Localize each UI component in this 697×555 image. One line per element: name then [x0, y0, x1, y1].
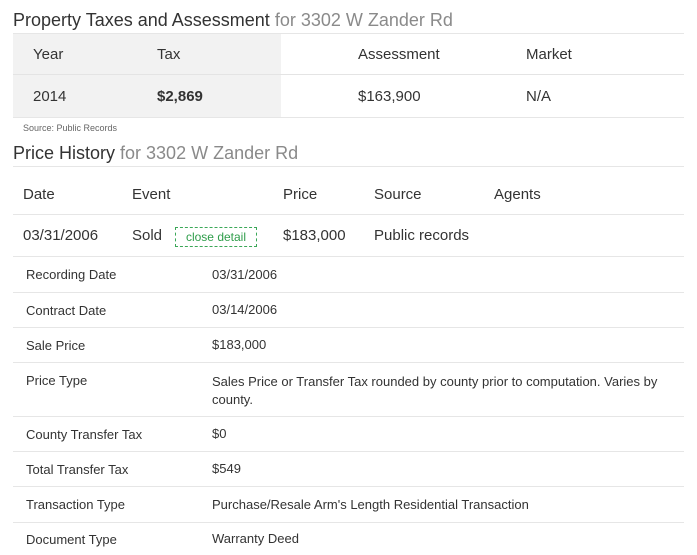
tax-amount-value: $2,869: [157, 87, 203, 105]
tax-title-address: for 3302 W Zander Rd: [274, 10, 453, 30]
ph-event-value: Sold: [132, 227, 163, 244]
ph-col-date: Date: [23, 185, 55, 203]
tax-table-header: Year Tax Assessment Market: [13, 34, 684, 75]
detail-label: Sale Price: [26, 337, 86, 353]
detail-value: 03/14/2006: [212, 302, 278, 317]
ph-col-agents: Agents: [494, 185, 541, 203]
tax-bottom-divider: [13, 117, 684, 118]
tax-col-year: Year: [33, 46, 64, 63]
ph-source-value: Public records: [374, 227, 470, 244]
detail-value: 03/31/2006: [212, 266, 278, 282]
ph-col-source: Source: [374, 185, 422, 203]
price-title-main: Price History: [13, 143, 116, 163]
detail-row-total-transfer-tax: Total Transfer Tax $549: [13, 452, 684, 486]
detail-value: $0: [212, 426, 227, 441]
tax-section-title: Property Taxes and Assessment for 3302 W…: [13, 10, 453, 31]
detail-row-sale-price: Sale Price $183,000: [13, 328, 684, 362]
detail-value: $549: [212, 461, 241, 476]
detail-value: $183,000: [212, 337, 267, 352]
close-detail-button[interactable]: close detail: [175, 227, 257, 247]
detail-label: Document Type: [26, 531, 117, 547]
detail-row-recording-date: Recording Date 03/31/2006: [13, 257, 684, 292]
detail-value: Sales Price or Transfer Tax rounded by c…: [212, 374, 658, 407]
tax-table: Year Tax Assessment Market 2014 $2,869 $…: [13, 34, 684, 117]
tax-source-note: Source: Public Records: [23, 123, 118, 133]
price-top-divider: [13, 166, 684, 167]
ph-col-event: Event: [132, 185, 171, 203]
tax-col-assessment: Assessment: [358, 46, 440, 63]
price-title-address: for 3302 W Zander Rd: [120, 143, 299, 163]
tax-col-market: Market: [526, 46, 572, 63]
detail-value: Purchase/Resale Arm's Length Residential…: [212, 496, 529, 512]
table-row: 2014 $2,869 $163,900 N/A: [13, 75, 684, 117]
detail-row-contract-date: Contract Date 03/14/2006: [13, 293, 684, 327]
detail-row-county-transfer-tax: County Transfer Tax $0: [13, 417, 684, 451]
ph-col-price: Price: [283, 185, 318, 203]
detail-label: Contract Date: [26, 302, 107, 318]
price-history-title: Price History for 3302 W Zander Rd: [13, 143, 298, 164]
tax-year-value: 2014: [33, 87, 67, 105]
ph-date-value: 03/31/2006: [23, 227, 99, 244]
detail-row-price-type: Price Type Sales Price or Transfer Tax r…: [13, 363, 684, 416]
detail-value: Warranty Deed: [212, 531, 299, 546]
ph-price-value: $183,000: [283, 227, 346, 244]
detail-label: Total Transfer Tax: [26, 461, 129, 477]
detail-row-transaction-type: Transaction Type Purchase/Resale Arm's L…: [13, 487, 684, 522]
table-row[interactable]: 03/31/2006 Sold close detail $183,000 Pu…: [13, 215, 684, 256]
detail-label: Recording Date: [26, 267, 117, 282]
detail-label: County Transfer Tax: [26, 426, 143, 442]
tax-title-main: Property Taxes and Assessment: [13, 10, 270, 30]
tax-market-value: N/A: [526, 87, 552, 105]
detail-row-document-type: Document Type Warranty Deed: [13, 523, 684, 555]
tax-assessment-value: $163,900: [358, 87, 421, 105]
price-history-header: Date Event Price Source Agents: [13, 174, 684, 214]
tax-col-tax: Tax: [157, 46, 181, 63]
detail-label: Price Type: [26, 373, 88, 388]
detail-label: Transaction Type: [26, 497, 125, 512]
